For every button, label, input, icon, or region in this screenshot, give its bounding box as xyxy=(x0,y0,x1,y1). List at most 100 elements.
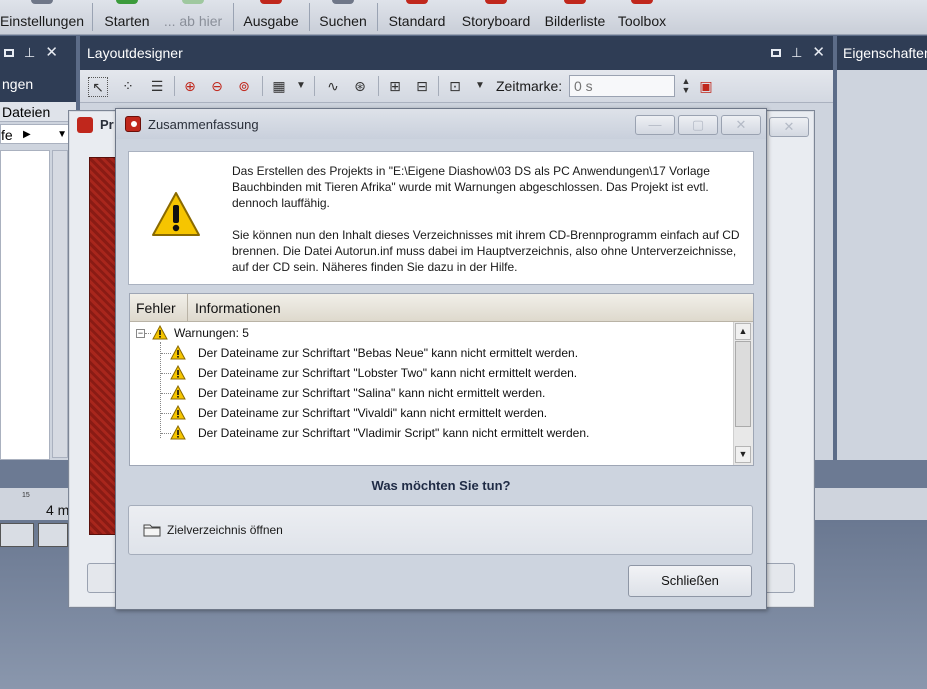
zoom-fit-icon[interactable]: ⊚ xyxy=(235,77,253,95)
project-window-button[interactable] xyxy=(87,563,117,593)
file-list-scrollbar[interactable] xyxy=(52,150,68,458)
lines-tool-icon[interactable]: ☰ xyxy=(148,77,166,95)
timeline-nav-button[interactable] xyxy=(0,523,34,547)
left-panel-dropdown[interactable]: fe ▶ ▼ xyxy=(0,124,70,144)
add-icon[interactable]: ⊞ xyxy=(386,77,404,95)
toolbar-search-button[interactable]: Suchen xyxy=(316,0,370,34)
toolbar-separator xyxy=(174,76,175,96)
select-tool-icon[interactable]: ↖ xyxy=(88,77,108,97)
chevron-down-icon[interactable]: ▼ xyxy=(292,77,310,95)
open-target-folder-button[interactable]: Zielverzeichnis öffnen xyxy=(128,505,753,555)
properties-panel: Eigenschaften xyxy=(837,36,927,460)
float-icon[interactable] xyxy=(4,49,14,57)
close-window-button[interactable]: ✕ xyxy=(769,117,809,137)
file-list[interactable] xyxy=(0,150,50,460)
scroll-down-icon[interactable]: ▼ xyxy=(735,446,751,463)
minimize-button[interactable]: — xyxy=(635,115,675,135)
pin-icon[interactable]: ⊥ xyxy=(24,36,35,70)
app-icon xyxy=(125,116,141,132)
toolbar-start-here-button[interactable]: ... ab hier xyxy=(160,0,226,34)
float-icon[interactable] xyxy=(771,49,782,57)
toolbar-separator xyxy=(262,76,263,96)
app-icon xyxy=(77,117,93,133)
play-here-icon xyxy=(182,0,204,4)
left-panel-header: ⊥ ✕ xyxy=(0,36,76,70)
warning-icon xyxy=(152,192,200,236)
left-panel-tab-files[interactable]: Dateien xyxy=(0,102,76,122)
list-body[interactable]: − Warnungen: 5 Der Dateiname zur Schrift… xyxy=(130,322,733,465)
collapse-icon[interactable]: − xyxy=(136,329,145,338)
timeline-add-button[interactable] xyxy=(38,523,68,547)
warning-text: Der Dateiname zur Schriftart "Lobster Tw… xyxy=(198,366,578,380)
column-header-errors[interactable]: Fehler xyxy=(130,294,188,321)
zoom-out-icon[interactable]: ⊖ xyxy=(208,77,226,95)
points-tool-icon[interactable]: ⁘ xyxy=(119,77,137,95)
maximize-button[interactable]: ▢ xyxy=(678,115,718,135)
properties-header: Eigenschaften xyxy=(837,36,927,70)
play-icon xyxy=(116,0,138,4)
warning-icon xyxy=(170,425,186,440)
open-target-folder-label: Zielverzeichnis öffnen xyxy=(167,523,283,537)
spinner-icon[interactable]: ▲ ▼ xyxy=(677,77,695,95)
close-button[interactable]: ✕ xyxy=(721,115,761,135)
toolbar-toolbox-button[interactable]: Toolbox xyxy=(612,0,672,34)
remove-icon[interactable]: ⊟ xyxy=(413,77,431,95)
toolbar-separator xyxy=(377,3,378,31)
ruler-tick-label: 15 xyxy=(22,492,30,499)
ruler-time-label: 4 m xyxy=(46,502,70,518)
message-text-2: Sie können nun den Inhalt dieses Verzeic… xyxy=(232,228,740,274)
left-panel: ⊥ ✕ ngen Dateien fe ▶ ▼ xyxy=(0,36,76,460)
left-panel-body: ngen Dateien fe ▶ ▼ xyxy=(0,70,76,460)
chevron-down-icon[interactable]: ▼ xyxy=(471,77,489,95)
tree-line xyxy=(145,333,151,334)
toolbar-separator xyxy=(314,76,315,96)
warning-icon xyxy=(170,345,186,360)
gear-icon xyxy=(31,0,53,4)
motion-tool-icon[interactable]: ⊛ xyxy=(351,77,369,95)
warning-icon xyxy=(170,385,186,400)
toolbar-start-button[interactable]: Starten xyxy=(100,0,154,34)
properties-title: Eigenschaften xyxy=(843,45,927,61)
zoom-in-icon[interactable]: ⊕ xyxy=(181,77,199,95)
warning-text: Der Dateiname zur Schriftart "Vladimir S… xyxy=(198,426,590,440)
summary-dialog: Zusammenfassung — ▢ ✕ Das Erstellen des … xyxy=(115,108,767,610)
warning-text: Der Dateiname zur Schriftart "Bebas Neue… xyxy=(198,346,579,360)
toolbar-separator xyxy=(233,3,234,31)
warning-text: Der Dateiname zur Schriftart "Vivaldi" k… xyxy=(198,406,548,420)
toolbar-image-list-button[interactable]: Bilderliste xyxy=(542,0,608,34)
layout-storyboard-icon xyxy=(485,0,507,4)
list-scrollbar[interactable]: ▲ ▼ xyxy=(733,322,753,465)
scroll-up-icon[interactable]: ▲ xyxy=(735,323,751,340)
search-icon xyxy=(332,0,354,4)
main-toolbar: Einstellungen Starten ... ab hier Ausgab… xyxy=(0,0,927,35)
layout-designer-title: Layoutdesigner xyxy=(87,45,183,61)
message-box: Das Erstellen des Projekts in "E:\Eigene… xyxy=(128,151,754,285)
pin-icon[interactable]: ⊥ xyxy=(791,36,802,70)
grid-icon[interactable]: ▦ xyxy=(270,77,288,95)
save-icon[interactable]: ▣ xyxy=(697,77,715,95)
toolbar-separator xyxy=(309,3,310,31)
toolbar-standard-button[interactable]: Standard xyxy=(384,0,450,34)
chevron-down-icon: ▼ xyxy=(57,129,67,140)
scroll-thumb[interactable] xyxy=(735,341,751,427)
layout-standard-icon xyxy=(406,0,428,4)
column-header-information[interactable]: Informationen xyxy=(189,294,753,321)
toolbar-output-button[interactable]: Ausgabe xyxy=(240,0,302,34)
layout-designer-toolbar: ↖ ⁘ ☰ ⊕ ⊖ ⊚ ▦ ▼ ∿ ⊛ ⊞ ⊟ ⊡ ▼ Zeitmarke: ▲… xyxy=(80,70,833,103)
close-dialog-button[interactable]: Schließen xyxy=(628,565,752,597)
tree-line xyxy=(160,342,161,438)
chevron-right-icon: ▶ xyxy=(23,129,31,140)
dialog-titlebar: Zusammenfassung — ▢ ✕ xyxy=(116,109,766,139)
close-icon[interactable]: ✕ xyxy=(45,36,58,70)
path-tool-icon[interactable]: ∿ xyxy=(324,77,342,95)
toolbar-settings-button[interactable]: Einstellungen xyxy=(0,0,84,34)
time-marker-input[interactable] xyxy=(569,75,675,97)
dialog-title: Zusammenfassung xyxy=(148,117,259,132)
text-frame-icon[interactable]: ⊡ xyxy=(446,77,464,95)
warning-text: Der Dateiname zur Schriftart "Salina" ka… xyxy=(198,386,546,400)
project-window-title: Pr xyxy=(100,117,114,132)
close-icon[interactable]: ✕ xyxy=(812,36,825,70)
toolbar-storyboard-button[interactable]: Storyboard xyxy=(456,0,536,34)
toolbar-separator xyxy=(92,3,93,31)
output-icon xyxy=(260,0,282,4)
